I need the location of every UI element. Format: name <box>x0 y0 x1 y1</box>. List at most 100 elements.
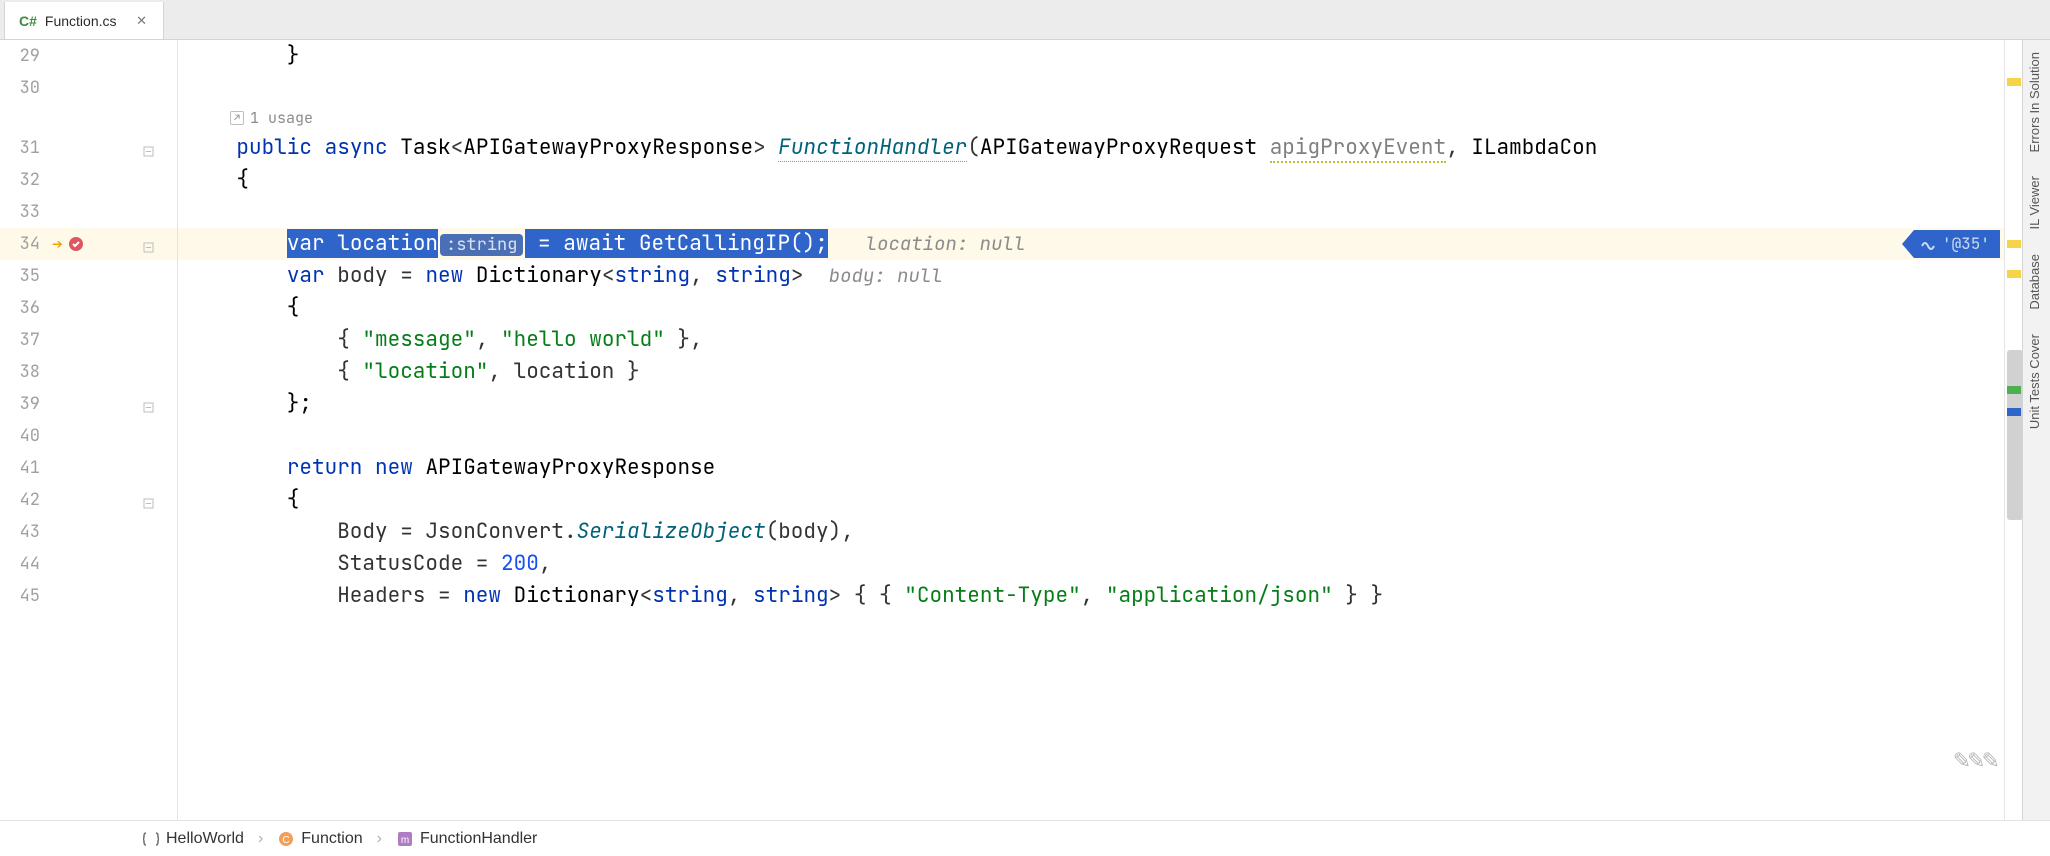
squiggle-icon <box>1920 236 1936 252</box>
execution-pointer-icon: ➔ <box>52 233 63 256</box>
inline-value-hint: location: null <box>866 231 1026 256</box>
gutter-line[interactable]: 39 <box>0 388 177 420</box>
inline-value-hint: body: null <box>829 263 943 288</box>
error-stripe-marker[interactable] <box>2007 270 2021 278</box>
method-icon: m <box>396 830 414 848</box>
gutter-line[interactable] <box>0 104 177 132</box>
line-number: 32 <box>0 169 46 191</box>
error-stripe-marker[interactable] <box>2007 78 2021 86</box>
fold-toggle-icon[interactable] <box>142 238 157 251</box>
error-stripe-marker[interactable] <box>2007 408 2021 416</box>
chevron-right-icon: › <box>258 830 263 848</box>
right-tool-strip: Errors In SolutionIL ViewerDatabaseUnit … <box>2022 40 2050 820</box>
code-line[interactable]: Body = JsonConvert.SerializeObject(body)… <box>178 516 2004 548</box>
line-number: 35 <box>0 265 46 287</box>
breadcrumb-label: Function <box>301 830 362 848</box>
fold-toggle-icon[interactable] <box>142 142 157 155</box>
code-line[interactable]: { <box>178 292 2004 324</box>
namespace-icon <box>142 830 160 848</box>
breadcrumb-item[interactable]: C Function <box>271 828 368 850</box>
code-line[interactable]: return new APIGatewayProxyResponse <box>178 452 2004 484</box>
gutter-line[interactable]: 43 <box>0 516 177 548</box>
error-stripe[interactable] <box>2004 40 2022 820</box>
editor-gutter: 29 30 31 32 33 34 ➔ 35 36 37 38 39 40 41 42 43 44 45 <box>0 40 178 820</box>
line-number: 29 <box>0 45 46 67</box>
scrollbar-thumb[interactable] <box>2007 350 2023 520</box>
code-line[interactable]: { "location", location } <box>178 356 2004 388</box>
gutter-line[interactable]: 29 <box>0 40 177 72</box>
breadcrumb-label: HelloWorld <box>166 830 244 848</box>
code-line[interactable]: var body = new Dictionary<string, string… <box>178 260 2004 292</box>
tab-filename: Function.cs <box>45 13 126 29</box>
usage-hint[interactable]: ↗ 1 usage <box>178 104 2004 132</box>
gutter-line[interactable]: 38 <box>0 356 177 388</box>
svg-text:C: C <box>283 835 290 846</box>
line-number: 30 <box>0 77 46 99</box>
gutter-line[interactable]: 37 <box>0 324 177 356</box>
code-line[interactable]: } <box>178 40 2004 72</box>
class-icon: C <box>277 830 295 848</box>
bookmark-flag[interactable]: '@35' <box>1902 230 2000 258</box>
gutter-line[interactable]: 42 <box>0 484 177 516</box>
code-line[interactable]: { "message", "hello world" }, <box>178 324 2004 356</box>
breadcrumb-label: FunctionHandler <box>420 830 537 848</box>
csharp-file-icon: C# <box>19 13 37 29</box>
line-number: 33 <box>0 201 46 223</box>
fold-toggle-icon[interactable] <box>142 494 157 507</box>
close-icon[interactable]: ✕ <box>134 13 149 29</box>
fold-toggle-icon[interactable] <box>142 398 157 411</box>
usage-count: 1 usage <box>250 102 313 134</box>
code-line[interactable]: var location:string = await GetCallingIP… <box>178 228 2004 260</box>
gutter-line[interactable]: 41 <box>0 452 177 484</box>
line-number: 43 <box>0 521 46 543</box>
line-number: 34 <box>0 233 46 255</box>
code-line[interactable] <box>178 420 2004 452</box>
line-number: 42 <box>0 489 46 511</box>
bookmark-label: '@35' <box>1942 228 1990 260</box>
code-line[interactable]: Headers = new Dictionary<string, string>… <box>178 580 2004 612</box>
code-line[interactable] <box>178 196 2004 228</box>
code-line[interactable]: { <box>178 484 2004 516</box>
inspection-pencils-icon[interactable]: ✎✎✎ <box>1953 748 1996 774</box>
usage-nav-icon[interactable]: ↗ <box>230 111 244 125</box>
breadcrumb-bar: HelloWorld›CFunction›mFunctionHandler <box>0 820 2050 856</box>
gutter-line[interactable]: 30 <box>0 72 177 104</box>
code-editor[interactable]: } ↗ 1 usage public async Task<APIGatewayPr… <box>178 40 2004 820</box>
gutter-line[interactable]: 32 <box>0 164 177 196</box>
code-line[interactable] <box>178 72 2004 104</box>
line-number: 38 <box>0 361 46 383</box>
editor-tab-bar: C# Function.cs ✕ <box>0 0 2050 40</box>
gutter-line[interactable]: 36 <box>0 292 177 324</box>
line-number: 40 <box>0 425 46 447</box>
tool-window-tab[interactable]: Unit Tests Cover <box>2023 322 2046 441</box>
line-number: 36 <box>0 297 46 319</box>
gutter-line[interactable]: 33 <box>0 196 177 228</box>
line-number: 31 <box>0 137 46 159</box>
breakpoint-icon[interactable] <box>67 235 85 253</box>
tool-window-tab[interactable]: Database <box>2023 242 2046 322</box>
gutter-line[interactable]: 31 <box>0 132 177 164</box>
code-line[interactable]: StatusCode = 200, <box>178 548 2004 580</box>
breadcrumb-item[interactable]: HelloWorld <box>136 828 250 850</box>
code-line[interactable]: }; <box>178 388 2004 420</box>
line-number: 45 <box>0 585 46 607</box>
gutter-line[interactable]: 44 <box>0 548 177 580</box>
code-line[interactable]: { <box>178 164 2004 196</box>
gutter-line[interactable]: 40 <box>0 420 177 452</box>
gutter-line[interactable]: 34 ➔ <box>0 228 177 260</box>
line-number: 39 <box>0 393 46 415</box>
tool-window-tab[interactable]: IL Viewer <box>2023 164 2046 241</box>
line-number: 41 <box>0 457 46 479</box>
gutter-line[interactable]: 35 <box>0 260 177 292</box>
svg-text:m: m <box>401 835 409 846</box>
line-number: 37 <box>0 329 46 351</box>
editor-tab[interactable]: C# Function.cs ✕ <box>4 2 164 39</box>
type-hint-badge: :string <box>440 234 523 256</box>
error-stripe-marker[interactable] <box>2007 240 2021 248</box>
error-stripe-marker[interactable] <box>2007 386 2021 394</box>
tool-window-tab[interactable]: Errors In Solution <box>2023 40 2046 164</box>
line-number: 44 <box>0 553 46 575</box>
code-line[interactable]: public async Task<APIGatewayProxyRespons… <box>178 132 2004 164</box>
breadcrumb-item[interactable]: m FunctionHandler <box>390 828 543 850</box>
gutter-line[interactable]: 45 <box>0 580 177 612</box>
